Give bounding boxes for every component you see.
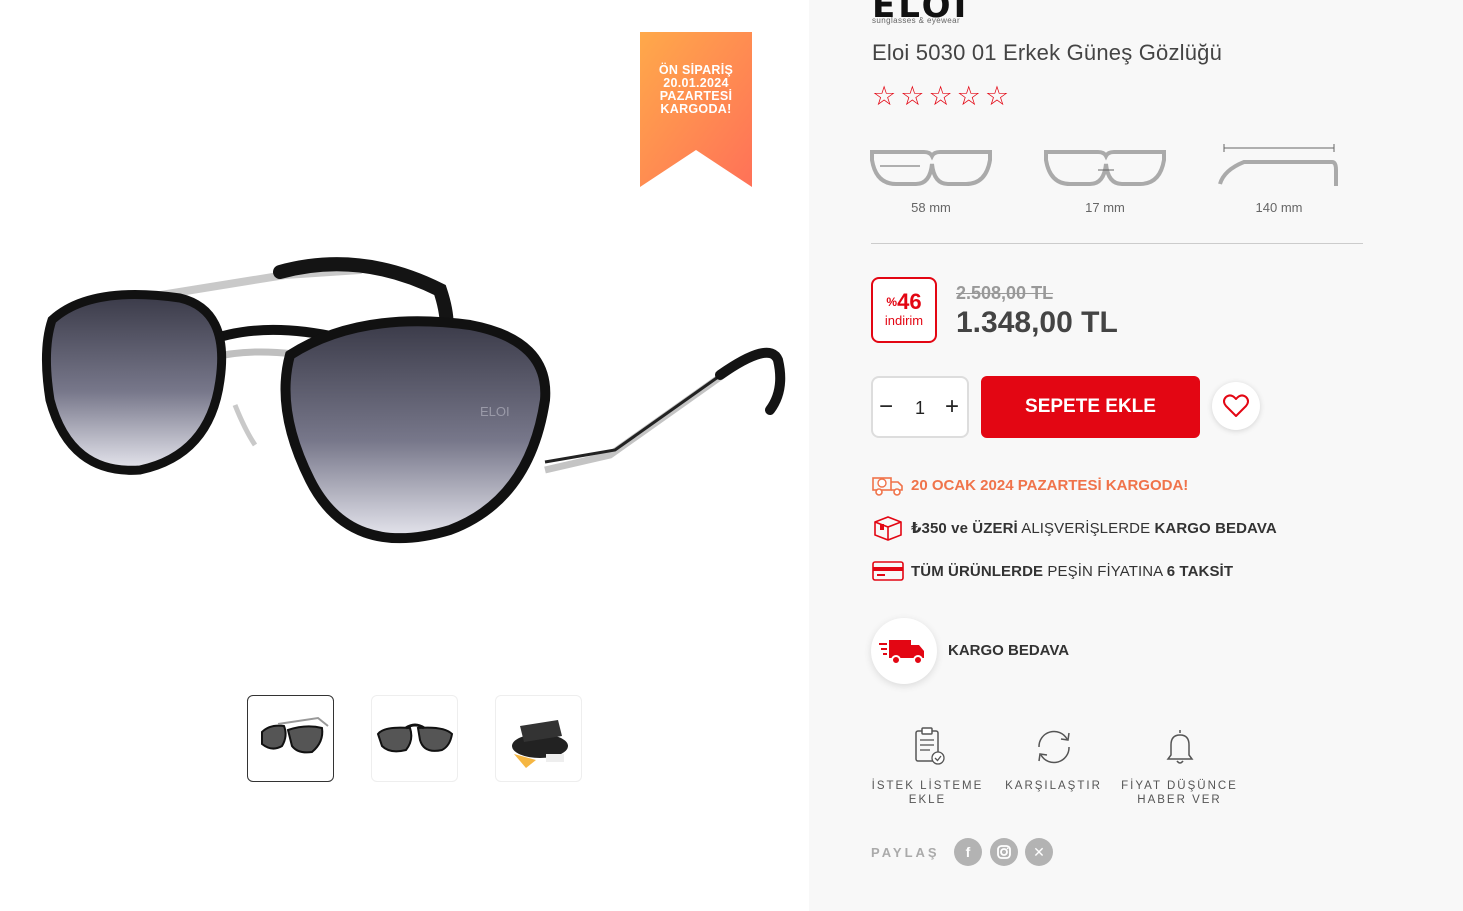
heart-icon (1223, 394, 1249, 417)
current-price: 1.348,00 TL (956, 306, 1118, 339)
compare-label: KARŞILAŞTIR (1005, 780, 1102, 792)
price-alert-label-line-2: HABER VER (1137, 794, 1222, 806)
wishlist-label-line-1: İSTEK LİSTEME (871, 780, 984, 792)
star-icon[interactable]: ☆ (985, 83, 1009, 110)
free-shipping-label: KARGO BEDAVA (1154, 520, 1277, 537)
bridge-width-value: 17 mm (1085, 200, 1125, 215)
wishlist-label-line-2: EKLE (908, 794, 947, 806)
shipping-date-text: 20 OCAK 2024 PAZARTESİ KARGODA! (911, 476, 1189, 494)
instagram-icon (997, 845, 1011, 859)
temple-length-value: 140 mm (1255, 200, 1303, 215)
thumbnail-2-image (376, 723, 454, 753)
share-label: PAYLAŞ (871, 845, 940, 860)
discount-badge: %46 indirim (871, 277, 937, 343)
delivery-truck-clock-icon (872, 477, 903, 496)
credit-card-icon (872, 561, 904, 581)
bell-icon (1166, 730, 1193, 764)
thumbnail-3[interactable] (495, 695, 582, 782)
discount-symbol: % (886, 295, 898, 309)
bridge-width-icon (1044, 150, 1166, 186)
quantity-value[interactable]: 1 (909, 398, 931, 419)
thumbnail-3-image (512, 720, 568, 768)
star-icon[interactable]: ☆ (928, 83, 952, 110)
ribbon-line-4: KARGODA! (660, 102, 732, 116)
discount-word: indirim (884, 313, 924, 328)
x-share-button[interactable]: ✕ (1025, 838, 1053, 866)
free-shipping-mid: ALIŞVERİŞLERDE (1017, 520, 1155, 537)
fast-delivery-truck-icon (879, 640, 924, 665)
installment-count: 6 TAKSİT (1166, 562, 1234, 580)
preorder-ribbon-text: ÖN SİPARİŞ 20.01.2024 PAZARTESİ KARGODA! (640, 64, 752, 116)
shipping-date-row: 20 OCAK 2024 PAZARTESİ KARGODA! (871, 472, 1188, 498)
bridge-width-measurement: 17 mm (1040, 140, 1170, 215)
compare-action[interactable]: KARŞILAŞTIR (991, 725, 1116, 793)
compare-arrows-icon (1037, 730, 1070, 764)
installment-row: TÜM ÜRÜNLERDE PEŞİN FİYATINA 6 TAKSİT (871, 558, 1233, 584)
product-title: Eloi 5030 01 Erkek Güneş Gözlüğü (872, 40, 1223, 65)
discount-value: 46 (897, 289, 922, 314)
thumbnail-2[interactable] (371, 695, 458, 782)
instagram-share-button[interactable] (990, 838, 1018, 866)
temple-length-icon (1218, 144, 1338, 186)
star-icon[interactable]: ☆ (957, 83, 981, 110)
product-main-image[interactable]: ELOI (30, 230, 810, 670)
lens-width-measurement: 58 mm (866, 140, 996, 215)
lens-brand-mark: ELOI (480, 404, 510, 419)
clipboard-check-icon (914, 727, 945, 765)
free-shipping-badge-label: KARGO BEDAVA (948, 642, 1070, 659)
star-icon[interactable]: ☆ (872, 83, 896, 110)
thumbnail-1[interactable] (247, 695, 334, 782)
star-icon[interactable]: ☆ (900, 83, 924, 110)
free-shipping-threshold: ₺350 ve ÜZERİ (911, 520, 1018, 537)
installment-prefix: TÜM ÜRÜNLERDE (911, 562, 1044, 580)
price-alert-label-line-1: FİYAT DÜŞÜNCE (1121, 780, 1238, 792)
add-to-wishlist-action[interactable]: İSTEK LİSTEME EKLE (865, 725, 990, 807)
section-divider (871, 243, 1363, 244)
installment-mid: PEŞİN FİYATINA (1043, 562, 1167, 580)
quantity-decrease-button[interactable]: − (879, 394, 893, 420)
old-price: 2.508,00 TL (956, 283, 1054, 303)
quantity-increase-button[interactable]: + (945, 394, 959, 420)
free-shipping-row: ₺350 ve ÜZERİ ALIŞVERİŞLERDE KARGO BEDAV… (871, 515, 1277, 541)
thumbnail-1-image (261, 716, 329, 754)
lens-width-icon (870, 150, 992, 186)
temple-length-measurement: 140 mm (1214, 140, 1344, 215)
favorite-button[interactable] (1212, 382, 1260, 430)
free-shipping-badge (871, 618, 937, 684)
quantity-stepper: − 1 + (871, 376, 969, 438)
facebook-share-button[interactable]: f (954, 838, 982, 866)
rating-stars[interactable]: ☆ ☆ ☆ ☆ ☆ (872, 83, 1009, 110)
price-alert-action[interactable]: FİYAT DÜŞÜNCE HABER VER (1117, 725, 1242, 807)
add-to-cart-button[interactable]: SEPETE EKLE (981, 376, 1200, 438)
package-box-icon (874, 516, 902, 541)
brand-tagline: sunglasses & eyewear (872, 16, 961, 25)
lens-width-value: 58 mm (911, 200, 951, 215)
